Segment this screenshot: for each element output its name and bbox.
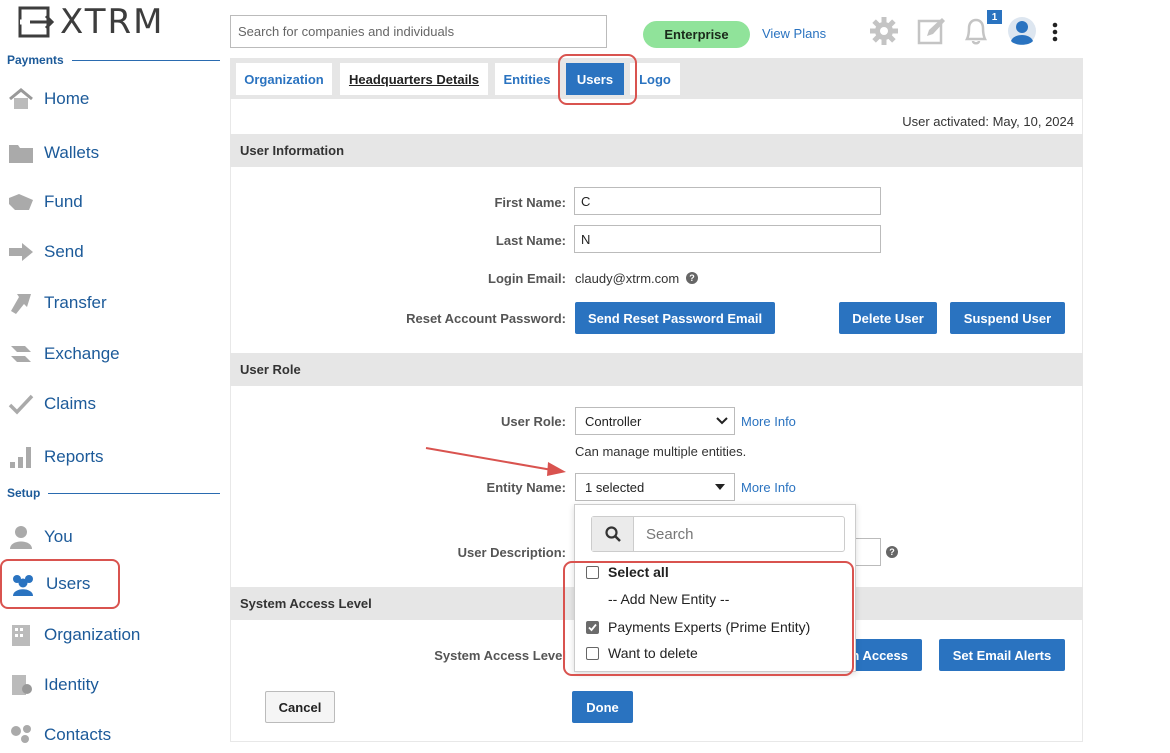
sidebar-item-users[interactable]: Users	[0, 559, 120, 609]
bar-chart-icon	[4, 443, 38, 471]
home-icon	[4, 85, 38, 113]
user-avatar-icon[interactable]	[1007, 16, 1037, 51]
sidebar-item-identity[interactable]: Identity	[4, 667, 218, 703]
user-description-label: User Description:	[457, 545, 566, 560]
delete-user-button[interactable]: Delete User	[839, 302, 937, 334]
checkmark-icon	[4, 390, 38, 418]
send-reset-password-button[interactable]: Send Reset Password Email	[575, 302, 775, 334]
entity-selected-value: 1 selected	[585, 479, 645, 495]
person-icon	[4, 523, 38, 551]
sidebar-item-label: Fund	[44, 192, 83, 211]
user-role-label: User Role:	[500, 414, 566, 429]
sidebar-item-home[interactable]: Home	[4, 81, 218, 117]
sidebar-item-claims[interactable]: Claims	[4, 386, 218, 422]
sidebar-item-exchange[interactable]: Exchange	[4, 336, 218, 372]
sidebar-item-label: Organization	[44, 625, 141, 644]
xtrm-logo[interactable]: XTRM	[16, 2, 164, 42]
sidebar-item-label: You	[44, 527, 73, 546]
exchange-icon	[4, 340, 38, 368]
transfer-icon	[4, 289, 38, 317]
help-icon[interactable]: ?	[686, 272, 698, 284]
logo-mark-icon	[18, 6, 55, 38]
system-access-level-label: System Access Level	[434, 648, 566, 663]
logo-text: XTRM	[60, 2, 165, 42]
sidebar-item-organization[interactable]: Organization	[4, 617, 218, 653]
folder-icon	[4, 139, 38, 167]
role-description: Can manage multiple entities.	[575, 444, 747, 459]
annotation-arrow	[420, 444, 570, 481]
gear-icon[interactable]	[869, 16, 899, 51]
payments-section-title: Payments	[7, 53, 220, 67]
plan-badge[interactable]: Enterprise	[643, 21, 750, 48]
building-icon	[4, 621, 38, 649]
sidebar-item-label: Identity	[44, 675, 99, 694]
user-role-value: Controller	[585, 413, 642, 429]
chevron-down-icon	[716, 417, 728, 425]
setup-section-title: Setup	[7, 486, 220, 500]
login-email-value: claudy@xtrm.com	[575, 271, 680, 286]
notification-count-badge: 1	[987, 10, 1002, 24]
arrow-right-icon	[4, 238, 38, 266]
tab-headquarters-details[interactable]: Headquarters Details	[340, 63, 488, 95]
sidebar-item-label: Home	[44, 89, 90, 108]
tab-organization[interactable]: Organization	[236, 63, 332, 95]
reset-password-label: Reset Account Password:	[406, 311, 566, 326]
done-button[interactable]: Done	[572, 691, 633, 723]
first-name-label: First Name:	[494, 195, 566, 210]
view-plans-link[interactable]: View Plans	[762, 26, 826, 41]
sidebar-item-send[interactable]: Send	[4, 234, 218, 270]
users-icon	[6, 570, 40, 598]
sidebar-item-reports[interactable]: Reports	[4, 439, 218, 475]
sidebar-item-contacts[interactable]: Contacts	[4, 717, 218, 753]
entity-name-select[interactable]: 1 selected	[575, 473, 735, 501]
entity-name-label: Entity Name:	[486, 480, 566, 495]
identity-icon	[4, 671, 38, 699]
last-name-label: Last Name:	[495, 233, 566, 248]
fund-icon	[4, 188, 38, 216]
contacts-icon	[4, 721, 38, 749]
tab-logo[interactable]: Logo	[630, 63, 680, 95]
sidebar-item-label: Claims	[44, 394, 96, 413]
divider	[71, 59, 220, 61]
sidebar-item-label: Contacts	[44, 725, 112, 744]
help-icon[interactable]: ?	[886, 546, 898, 558]
entity-search-box[interactable]: Search	[591, 516, 845, 552]
login-email-label: Login Email:	[488, 271, 566, 286]
caret-down-icon	[715, 484, 725, 490]
set-email-alerts-button[interactable]: Set Email Alerts	[939, 639, 1065, 671]
user-activated-text: User activated: May, 10, 2024	[902, 114, 1074, 129]
payments-title-text: Payments	[7, 53, 64, 67]
setup-title-text: Setup	[7, 486, 41, 500]
tab-entities[interactable]: Entities	[495, 63, 559, 95]
sidebar-item-label: Wallets	[44, 143, 100, 162]
divider	[48, 492, 220, 494]
user-role-more-info-link[interactable]: More Info	[741, 414, 796, 429]
sidebar-item-label: Exchange	[44, 344, 120, 363]
sidebar-item-label: Users	[46, 574, 91, 593]
sidebar-item-wallets[interactable]: Wallets	[4, 135, 218, 171]
entity-search-placeholder: Search	[646, 525, 694, 543]
sidebar-item-you[interactable]: You	[4, 519, 218, 555]
sidebar-item-fund[interactable]: Fund	[4, 184, 218, 220]
user-information-header: User Information	[230, 134, 1083, 167]
entity-more-info-link[interactable]: More Info	[741, 480, 796, 495]
sidebar-item-label: Reports	[44, 447, 104, 466]
more-vertical-icon[interactable]	[1048, 21, 1062, 48]
edit-icon[interactable]	[917, 16, 947, 51]
sidebar-item-transfer[interactable]: Transfer	[4, 285, 218, 321]
sidebar-item-label: Send	[44, 242, 84, 261]
suspend-user-button[interactable]: Suspend User	[950, 302, 1065, 334]
last-name-field[interactable]: N	[574, 225, 881, 253]
user-role-header: User Role	[230, 353, 1083, 386]
company-search-input[interactable]	[230, 15, 607, 48]
tab-users-highlight	[558, 54, 637, 105]
search-icon	[592, 517, 634, 551]
first-name-field[interactable]: C	[574, 187, 881, 215]
user-role-select[interactable]: Controller	[575, 407, 735, 435]
dropdown-options-highlight	[563, 561, 854, 676]
sidebar-item-label: Transfer	[44, 293, 107, 312]
cancel-button[interactable]: Cancel	[265, 691, 335, 723]
